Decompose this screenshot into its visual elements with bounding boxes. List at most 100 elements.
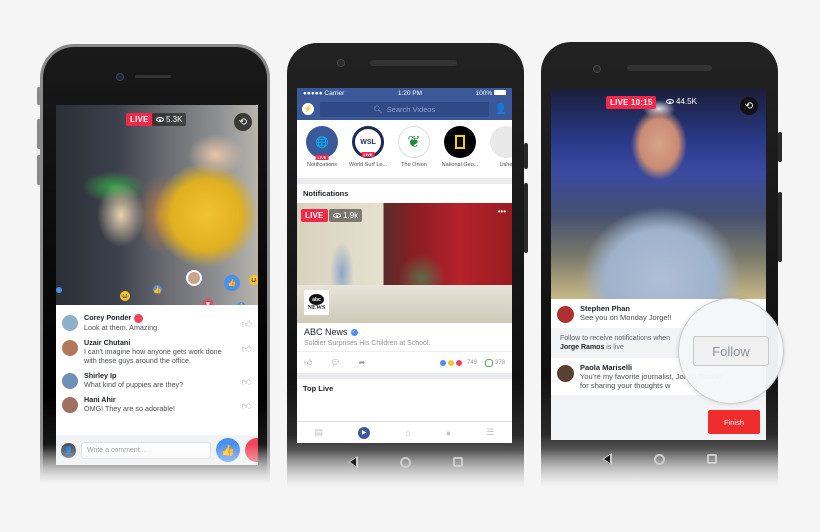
avatar [557,365,574,382]
avatar [62,339,78,356]
eye-icon [156,117,164,122]
page-item-world-surf-league[interactable]: WSL LIVE World Surf Le... [347,126,389,174]
onion-logo: ❦ [398,126,430,158]
tab-marketplace[interactable]: ⌂ [405,428,410,438]
comment-text: See you on Monday Jorge!! [580,313,672,322]
page-item-usher[interactable]: Ushe [485,126,512,174]
live-timer-badge: LIVE 10:15 [606,96,657,109]
page-item-the-onion[interactable]: ❦ The Onion [393,126,435,174]
like-button[interactable]: 👍 [216,438,240,462]
love-button[interactable] [245,438,258,462]
news-logo-text: NEWS [307,305,326,311]
recent-apps-icon[interactable] [453,457,463,467]
top-navigation-bar: ⚡ 🔍︎ Search Videos 👤 [297,98,512,120]
comment-composer: 👤 Write a comment... 👍 [56,435,258,465]
volume-rocker [524,183,528,253]
front-camera [116,73,124,81]
comment-input[interactable]: Write a comment... [81,441,211,459]
like-comment-icon[interactable]: 👍︎ [242,376,252,388]
live-video-puppies[interactable]: LIVE 5.3K ⟲ 👍 😆 👍 😆 ♥ 👍 [56,105,258,312]
reaction-summary[interactable]: 749 378 [438,358,505,367]
commenter-name: Stephen Phan [580,304,631,313]
back-icon[interactable] [602,453,612,465]
like-comment-icon[interactable]: 👍︎ [242,318,252,330]
heart-reaction-icon [454,358,463,367]
home-icon[interactable] [400,456,411,468]
recent-apps-icon[interactable] [707,454,717,464]
follow-magnifier-callout: Follow [678,298,784,404]
commenter-name: Hani Ahir [84,394,116,404]
like-action-icon[interactable]: 👍︎ [304,358,312,368]
like-reaction-icon [56,287,62,293]
tab-news-feed[interactable]: ▤ [315,427,324,438]
tab-globe[interactable]: ● [446,428,451,438]
comment-item: Hani Ahir OMG! They are so adorable! 👍︎ [56,392,258,416]
comment-action-icon[interactable]: 💬︎ [330,358,340,367]
page-label: Ushe [499,162,512,168]
stage: LIVE 5.3K ⟲ 👍 😆 👍 😆 ♥ 👍 [0,0,820,532]
viewer-count-value: 44.5K [676,97,697,106]
page-item-national-geographic[interactable]: National Geo... [439,126,481,174]
reaction-count: 749 [466,359,477,366]
volume-down-button [37,155,41,185]
live-video-abc-news[interactable]: LIVE 1.9k ••• abc NEWS [297,203,512,323]
viewer-count-value: 5.3K [166,115,183,124]
bottom-tab-bar: ▤ ▶ ⌂ ● ☰ [297,421,512,443]
usher-avatar [490,126,512,158]
commenter-name: Shirley Ip [84,370,117,380]
haha-reaction-icon [446,358,455,367]
tab-video[interactable]: ▶ [358,426,371,439]
comment-item: Uzair Chutani I can't imagine how anyone… [56,335,258,368]
avatar [62,396,78,413]
post-actions: 👍︎ 💬︎ ➦ 749 378 [297,351,512,373]
more-options-icon[interactable]: ••• [498,207,506,216]
live-badge: LIVE [126,113,153,126]
messenger-icon[interactable]: ⚡ [302,103,314,115]
comment-text: I can't imagine how anyone gets work don… [84,346,222,365]
like-comment-icon[interactable]: 👍︎ [242,343,252,355]
status-time: 1:20 PM [397,89,423,97]
viewer-count: 5.3K [152,113,187,126]
like-reaction-icon: 👍 [224,275,240,291]
tab-menu[interactable]: ☰ [486,427,494,438]
viewer-count: 1.9k [329,209,363,222]
android-phone-frame: ●●●●● Carrier 1:20 PM 100% ⚡ 🔍︎ Search V… [287,43,528,488]
battery-level: 100% [476,90,506,97]
search-input[interactable]: 🔍︎ Search Videos [320,101,489,117]
comment-item: Shirley Ip What kind of puppies are they… [56,368,258,392]
eye-icon [666,99,674,104]
search-icon: 🔍︎ [373,104,383,114]
home-icon[interactable] [654,453,665,465]
earpiece-speaker [370,60,457,66]
carrier-signal: ●●●●● Carrier [303,89,345,97]
comment-count: 378 [494,359,505,366]
eye-icon [333,213,341,218]
earpiece-speaker [627,65,712,71]
page-item-notifications[interactable]: 🌐 LIVE Notifications [301,126,343,174]
viewer-count: 44.5K [666,97,697,106]
rotate-camera-icon[interactable]: ⟲ [234,113,252,131]
abc-news-logo: abc NEWS [304,290,329,315]
comment-text: Look at them. Amazing. [84,322,160,332]
mute-switch [37,87,41,105]
back-icon[interactable] [348,456,358,468]
finish-button[interactable]: Finish [708,410,760,434]
share-action-icon[interactable]: ➦ [359,358,366,367]
front-camera [593,65,601,73]
battery-icon [494,90,506,96]
rotate-camera-icon[interactable]: ⟲ [740,97,758,115]
verified-badge-icon: ✓ [350,328,358,336]
add-friend-icon[interactable]: 👤 [61,442,76,458]
like-comment-icon[interactable]: 👍︎ [242,400,252,412]
friend-requests-icon[interactable]: 👤 [495,104,507,115]
avatar [62,315,78,331]
viewer-avatar-reaction [186,270,202,286]
commenter-name: Uzair Chutani [84,337,131,347]
earpiece-speaker [135,75,171,78]
follow-button[interactable]: Follow [693,336,769,366]
live-video-broadcast[interactable]: LIVE 10:15 44.5K ⟲ [551,89,766,299]
post-author[interactable]: ABC News [304,327,348,337]
live-badge: LIVE [361,152,375,157]
top-live-heading: Top Live [297,379,512,398]
android-navigation-bar [541,444,778,474]
